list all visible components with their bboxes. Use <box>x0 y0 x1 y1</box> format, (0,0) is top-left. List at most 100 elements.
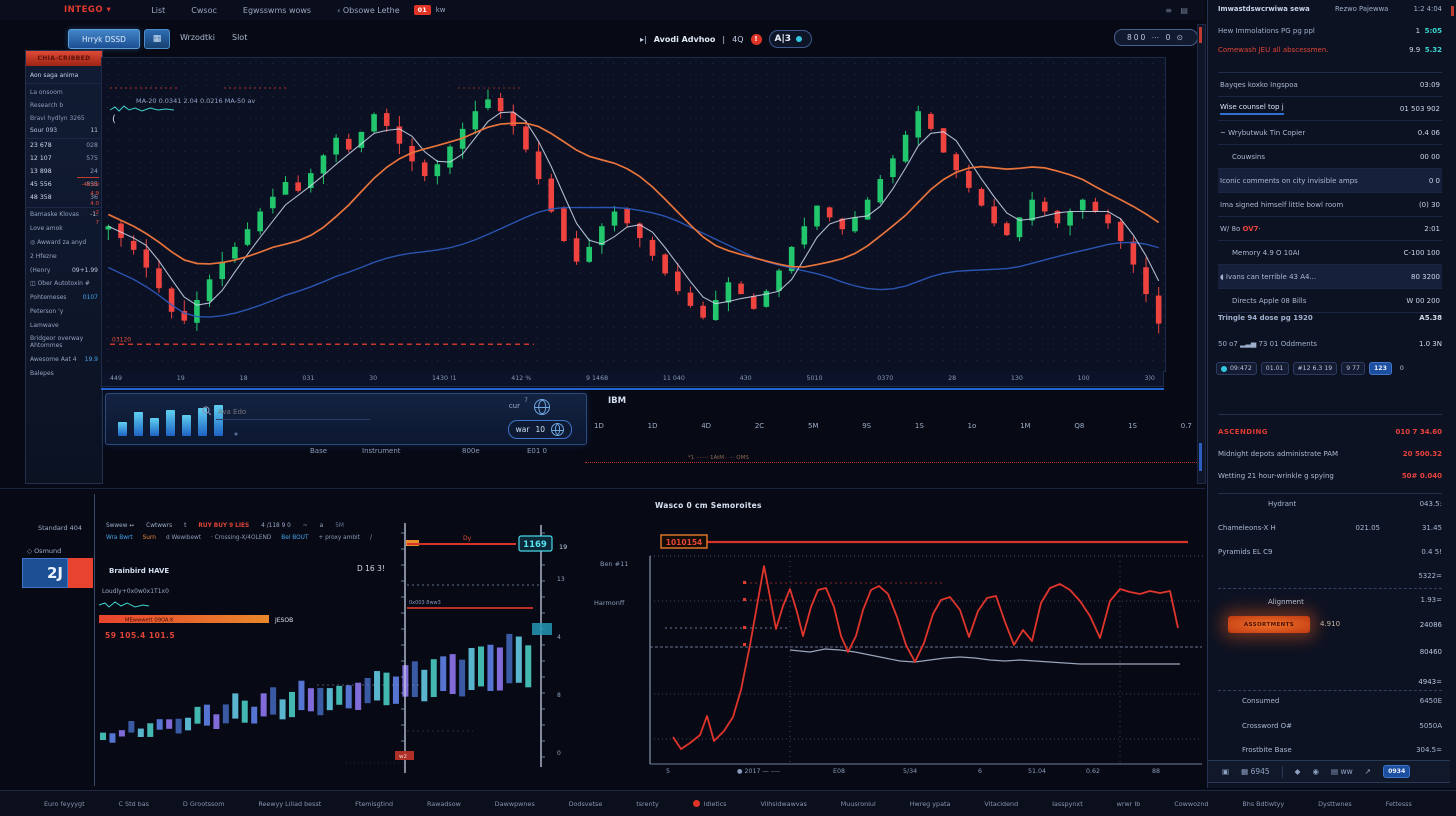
timeframe-button[interactable]: 1o <box>966 421 979 431</box>
view-label-2[interactable]: Slot <box>232 33 247 42</box>
statusbar-item[interactable]: Idletics <box>693 800 727 808</box>
statusbar-item[interactable]: Vilhsidwawvas <box>760 800 806 808</box>
watchlist-footer-row[interactable]: ◫ Ober Autotoxin # <box>26 277 102 291</box>
sidebar-scrollbar[interactable] <box>1449 0 1456 788</box>
statusbar-item[interactable]: Euro feyyygt <box>44 800 85 808</box>
watchlist-footer-row[interactable]: Awesome Aat 419.9 <box>26 353 102 367</box>
interval-label[interactable]: 4Q <box>732 35 743 44</box>
primary-action-button[interactable]: Hrryk DSSD <box>68 29 140 49</box>
sidebar-alert-row[interactable]: ASCENDING010 7 34.60 <box>1218 421 1442 443</box>
watchlist-section-label[interactable]: Research b <box>26 97 102 110</box>
glowing-action-button[interactable]: ASSORTMENTS <box>1228 616 1310 633</box>
layout-icon-button[interactable]: ▦ <box>144 29 170 49</box>
statusbar-item[interactable]: Dawwpwnes <box>495 800 535 808</box>
sidebar-table-row[interactable]: Wise counsel top j01 503 902 <box>1218 97 1442 121</box>
timeframe-button[interactable]: 1D <box>592 421 606 431</box>
watchlist-header[interactable]: CHIA-CRIBBED <box>26 51 102 66</box>
region-pill-button[interactable]: war 10 <box>508 420 572 439</box>
meta-instrument[interactable]: Instrument <box>362 447 401 455</box>
timeframe-button[interactable]: 1M <box>1018 421 1033 431</box>
sidebar-toolbar-button[interactable]: ▦ 6945 <box>1241 767 1270 776</box>
ascending-bar-chart[interactable]: Brainbird HAVELoudly+0x0w0x1T1x0MEwwwett… <box>95 513 582 785</box>
sidebar-alert-row[interactable]: Midnight depots administrate PAM20 500.3… <box>1218 443 1442 465</box>
symbol-name[interactable]: Avodi Advhoo <box>654 35 716 44</box>
statusbar-item[interactable]: Vitacidend <box>984 800 1018 808</box>
watchlist-footer-row[interactable]: ◎ Awward za anyd <box>26 236 102 250</box>
statusbar-item[interactable]: Reewyy Liliad besst <box>258 800 321 808</box>
watchlist-footer-row[interactable]: (Henry09+1.99 <box>26 263 102 277</box>
sidebar-table-row[interactable]: Memory 4.9 O 10AIC-100 100 <box>1218 241 1442 265</box>
statusbar-item[interactable]: Dodsvetse <box>569 800 603 808</box>
meta-base[interactable]: Base <box>310 447 327 455</box>
panel-a-value-box[interactable]: 2J <box>22 558 68 588</box>
statusbar-item[interactable]: Ftemisgtind <box>355 800 393 808</box>
watchlist-quote-row[interactable]: 12 107575 <box>26 152 102 165</box>
watchlist-footer-row[interactable]: Balepes <box>26 367 102 381</box>
main-scrollbar[interactable] <box>1197 24 1206 484</box>
sidebar-table-row[interactable]: Iconic comments on city invisible amps0 … <box>1218 169 1442 193</box>
statusbar-item[interactable]: Rawadsow <box>427 800 461 808</box>
sidebar-alert-row[interactable]: Wetting 21 hour-wrinkle g spying50# 0.04… <box>1218 465 1442 487</box>
sidebar-table-row[interactable]: ~ Wrybutwuk Tin Copier0.4 06 <box>1218 121 1442 145</box>
watchlist-quote-row[interactable]: 23 678028 <box>26 139 102 152</box>
timeframe-button[interactable]: 1D <box>646 421 660 431</box>
sidebar-pill[interactable]: 0 <box>1396 363 1408 374</box>
pair-pill[interactable]: A|3 <box>769 30 813 48</box>
main-candlestick-chart[interactable]: MA-20 0.0341 2.04 0.0216 MA-50 av(03120 <box>101 57 1166 372</box>
statusbar-item[interactable]: Muusroniul <box>841 800 876 808</box>
sidebar-table-row[interactable]: Ima signed himself little bowl room(0) 3… <box>1218 193 1442 217</box>
panel-a-red-box[interactable] <box>68 558 93 588</box>
sidebar-toolbar-button[interactable]: ◉ <box>1312 767 1319 776</box>
ticker-label[interactable]: IBM <box>608 396 626 406</box>
red-line-chart[interactable]: 1010154 <box>590 490 1207 788</box>
statusbar-item[interactable]: Iasspynxt <box>1052 800 1083 808</box>
search-input[interactable] <box>216 404 370 420</box>
sidebar-table-row[interactable]: W/ 8o OV7·2:01 <box>1218 217 1442 241</box>
watchlist-filter-row[interactable]: Sour 093 11 <box>26 123 102 139</box>
collapse-icon[interactable]: ▸| <box>640 35 647 44</box>
app-logo[interactable]: INTEGO ▾ <box>64 5 111 15</box>
statusbar-item[interactable]: wrwr Ib <box>1117 800 1141 808</box>
sidebar-toolbar-button[interactable]: ▣ <box>1222 767 1229 776</box>
timeframe-button[interactable]: 0.7 <box>1179 421 1194 431</box>
watchlist-footer-row[interactable]: Bridgeor overway Ahtommes <box>26 332 102 353</box>
globe-icon[interactable] <box>534 399 550 415</box>
statusbar-item[interactable]: Hwreg ypata <box>910 800 951 808</box>
topbar-menu-item[interactable]: ‹ Obsowe Lethe <box>337 6 400 15</box>
timeframe-button[interactable]: 4D <box>699 421 713 431</box>
chart-settings-pill[interactable]: 800 ⋯ 0 ⊙ <box>1114 29 1198 46</box>
statusbar-item[interactable]: tsrenty <box>636 800 659 808</box>
sidebar-table-row[interactable]: Bayqes koxko Ingspoa03:09 <box>1218 73 1442 97</box>
sidebar-pill[interactable]: #12 6.3 19 <box>1293 362 1338 375</box>
view-label-1[interactable]: Wrzodtki <box>180 33 215 42</box>
sidebar-pill[interactable]: 123 <box>1369 362 1392 375</box>
topbar-right-icons[interactable]: ≡ ▤ <box>1165 6 1191 15</box>
statusbar-item[interactable]: Dysttwnes <box>1318 800 1352 808</box>
sidebar-pill[interactable]: 01.01 <box>1261 362 1289 375</box>
watchlist-footer-row[interactable]: Lamwave <box>26 318 102 332</box>
sidebar-table-row[interactable]: Couwsins00 00 <box>1218 145 1442 169</box>
sidebar-toolbar-button[interactable]: 0934 <box>1383 765 1410 778</box>
sidebar-table-row[interactable]: Directs Apple 08 BillsW 00 200 <box>1218 289 1442 313</box>
watchlist-footer-row[interactable]: 2 Hfezne <box>26 249 102 263</box>
watchlist-footer-row[interactable]: Pohtemeses0107 <box>26 291 102 305</box>
alert-badge-icon[interactable]: ! <box>751 34 762 45</box>
statusbar-item[interactable]: Cowwoznd <box>1174 800 1208 808</box>
timeframe-button[interactable]: 9S <box>860 421 873 431</box>
sidebar-toolbar-button[interactable]: ↗ <box>1365 767 1371 776</box>
statusbar-item[interactable]: D Grootssom <box>183 800 225 808</box>
timeframe-button[interactable]: 1S <box>1126 421 1139 431</box>
statusbar-item[interactable]: Fettesss <box>1386 800 1412 808</box>
notification-badge[interactable]: 01 <box>414 5 431 15</box>
statusbar-item[interactable]: C Std bas <box>119 800 149 808</box>
timeframe-button[interactable]: Q8 <box>1072 421 1086 431</box>
sidebar-pill[interactable]: 09:472 <box>1216 362 1257 375</box>
statusbar-item[interactable]: Bhs Bdtiwtyy <box>1242 800 1284 808</box>
sidebar-table-row[interactable]: ◖ Ivans can terrible 43 A4...80 3200 <box>1218 265 1442 289</box>
watchlist-section-label[interactable]: La onsoom <box>26 84 102 97</box>
timeframe-button[interactable]: 2C <box>753 421 766 431</box>
sidebar-toolbar-button[interactable]: ▤ ww <box>1331 767 1353 776</box>
topbar-menu-item[interactable]: Egwsswms wows <box>243 6 311 15</box>
sidebar-toolbar-button[interactable]: ◆ <box>1295 767 1301 776</box>
sidebar-pill[interactable]: 9 77 <box>1341 362 1365 375</box>
